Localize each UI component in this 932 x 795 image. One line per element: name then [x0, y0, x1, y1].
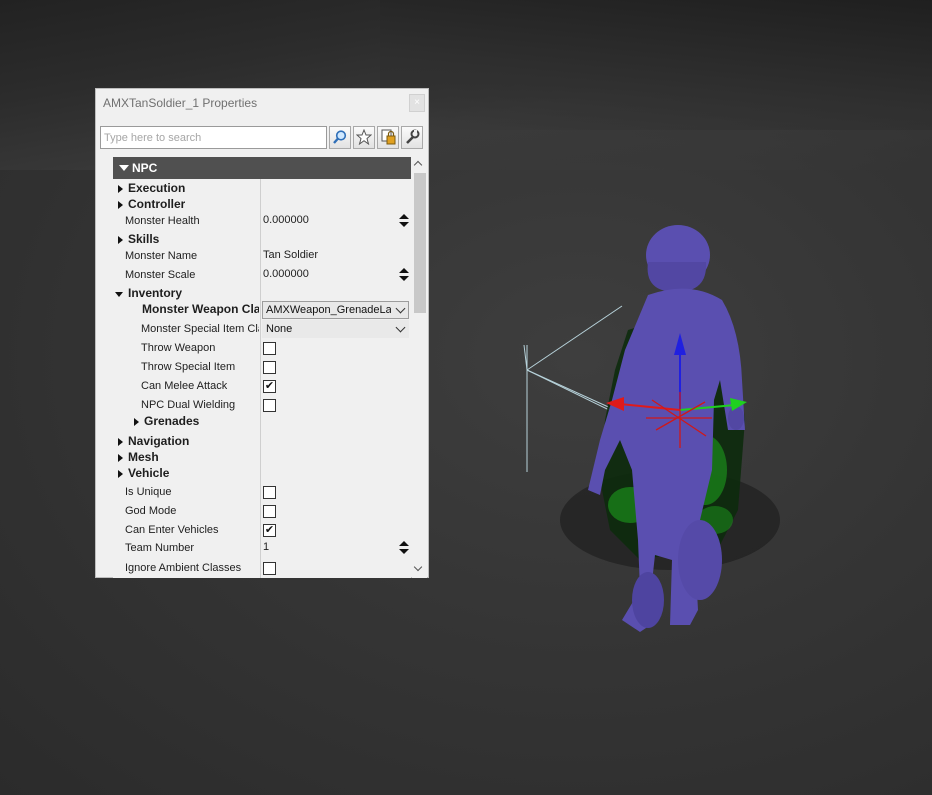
property-ignore-ambient-classes[interactable]: Ignore Ambient Classes	[113, 559, 411, 577]
category-label: Skills	[128, 232, 160, 246]
section-npc-label: NPC	[132, 161, 158, 175]
property-can-enter-vehicles[interactable]: Can Enter Vehicles ✔	[113, 521, 411, 539]
settings-button[interactable]	[401, 126, 423, 149]
monster-scale-value[interactable]: 0.000000	[263, 268, 309, 280]
property-throw-weapon[interactable]: Throw Weapon	[113, 339, 411, 357]
property-monster-health[interactable]: Monster Health 0.000000	[113, 212, 411, 230]
ignore-ambient-classes-checkbox[interactable]	[263, 562, 276, 575]
property-label: Can Enter Vehicles	[125, 524, 219, 536]
window-titlebar[interactable]: AMXTanSoldier_1 Properties ×	[96, 89, 428, 117]
category-label: Execution	[128, 181, 186, 195]
category-label: Mesh	[128, 450, 159, 464]
property-monster-name[interactable]: Monster Name Tan Soldier	[113, 247, 411, 265]
collapse-arrow-icon[interactable]	[119, 165, 129, 171]
property-label: Monster Health	[125, 215, 200, 227]
number-spinner[interactable]	[399, 539, 409, 557]
property-label: Throw Special Item	[141, 361, 236, 373]
spin-down-icon[interactable]	[399, 276, 409, 281]
chevron-down-icon	[395, 322, 406, 333]
dropdown-value: AMXWeapon_GrenadeLau	[266, 304, 391, 316]
property-monster-special-item-class[interactable]: Monster Special Item Cla None	[113, 320, 411, 338]
property-grid[interactable]: NPC Execution Controller Monster Health …	[113, 157, 411, 578]
number-spinner[interactable]	[399, 212, 409, 230]
property-label: Team Number	[125, 542, 195, 554]
property-throw-special-item[interactable]: Throw Special Item	[113, 358, 411, 376]
expand-arrow-icon[interactable]	[118, 236, 123, 244]
dropdown-value: None	[266, 323, 293, 335]
expand-arrow-icon[interactable]	[134, 418, 139, 426]
section-npc[interactable]: NPC	[113, 157, 411, 179]
scroll-up-icon[interactable]	[413, 160, 423, 170]
copy-lock-icon	[381, 129, 396, 145]
category-label: Inventory	[128, 286, 183, 300]
star-icon	[356, 129, 372, 145]
property-label: Throw Weapon	[141, 342, 216, 354]
spin-up-icon[interactable]	[399, 214, 409, 219]
property-team-number[interactable]: Team Number 1	[113, 539, 411, 557]
is-unique-checkbox[interactable]	[263, 486, 276, 499]
property-god-mode[interactable]: God Mode	[113, 502, 411, 520]
properties-toolbar	[96, 125, 428, 151]
property-label: Monster Special Item Cla	[141, 323, 259, 335]
category-label: Navigation	[128, 434, 190, 448]
window-title: AMXTanSoldier_1 Properties	[103, 96, 258, 110]
expand-arrow-icon[interactable]	[118, 185, 123, 193]
scrollbar-thumb[interactable]	[414, 173, 426, 313]
favorites-button[interactable]	[353, 126, 375, 149]
spin-up-icon[interactable]	[399, 268, 409, 273]
category-label: Controller	[128, 197, 186, 211]
spin-up-icon[interactable]	[399, 541, 409, 546]
monster-name-value[interactable]: Tan Soldier	[263, 249, 318, 261]
vertical-scrollbar[interactable]	[412, 157, 427, 578]
expand-arrow-icon[interactable]	[118, 438, 123, 446]
spin-down-icon[interactable]	[399, 222, 409, 227]
monster-health-value[interactable]: 0.000000	[263, 214, 309, 226]
weapon-class-dropdown[interactable]: AMXWeapon_GrenadeLau	[262, 301, 409, 319]
expand-arrow-icon[interactable]	[118, 201, 123, 209]
special-item-class-dropdown[interactable]: None	[262, 320, 409, 338]
npc-dual-wielding-checkbox[interactable]	[263, 399, 276, 412]
close-button[interactable]: ×	[409, 94, 425, 112]
spin-down-icon[interactable]	[399, 549, 409, 554]
property-label: Can Melee Attack	[141, 380, 228, 392]
number-spinner[interactable]	[399, 266, 409, 284]
scroll-down-icon[interactable]	[413, 562, 423, 572]
property-npc-dual-wielding[interactable]: NPC Dual Wielding	[113, 396, 411, 414]
property-label: Is Unique	[125, 486, 172, 498]
property-monster-scale[interactable]: Monster Scale 0.000000	[113, 266, 411, 284]
god-mode-checkbox[interactable]	[263, 505, 276, 518]
property-can-melee-attack[interactable]: Can Melee Attack ✔	[113, 377, 411, 395]
find-button[interactable]	[329, 126, 351, 149]
can-enter-vehicles-checkbox[interactable]: ✔	[263, 524, 276, 537]
magnifier-icon	[333, 130, 347, 144]
category-vehicle[interactable]: Vehicle	[113, 465, 411, 483]
property-label: God Mode	[125, 505, 177, 517]
chevron-down-icon	[395, 303, 406, 314]
wrench-icon	[406, 129, 420, 144]
property-label: Monster Scale	[125, 269, 196, 281]
collapse-arrow-icon[interactable]	[115, 292, 123, 297]
property-monster-weapon-class[interactable]: Monster Weapon Cla AMXWeapon_GrenadeLau	[113, 301, 411, 319]
category-grenades[interactable]: Grenades	[113, 413, 411, 431]
copy-lock-button[interactable]	[377, 126, 399, 149]
search-input[interactable]	[100, 126, 327, 149]
property-label: Monster Weapon Cla	[142, 302, 259, 316]
throw-special-item-checkbox[interactable]	[263, 361, 276, 374]
team-number-value[interactable]: 1	[263, 541, 269, 553]
property-is-unique[interactable]: Is Unique	[113, 483, 411, 501]
can-melee-attack-checkbox[interactable]: ✔	[263, 380, 276, 393]
throw-weapon-checkbox[interactable]	[263, 342, 276, 355]
expand-arrow-icon[interactable]	[118, 454, 123, 462]
expand-arrow-icon[interactable]	[118, 470, 123, 478]
property-label: Ignore Ambient Classes	[125, 562, 242, 574]
category-label: Vehicle	[128, 466, 170, 480]
properties-window[interactable]: AMXTanSoldier_1 Properties × Type here t…	[95, 88, 429, 578]
property-label: Monster Name	[125, 250, 198, 262]
category-label: Grenades	[144, 414, 200, 428]
property-label: NPC Dual Wielding	[141, 399, 236, 411]
